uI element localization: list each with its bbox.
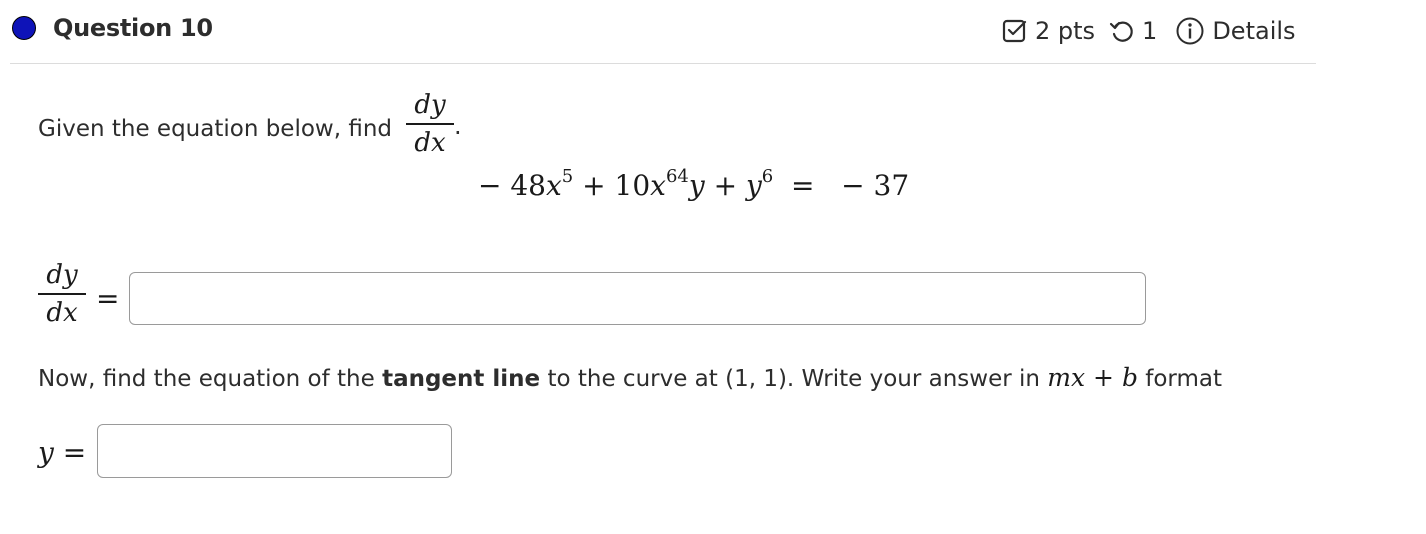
fraction-denominator: dx xyxy=(414,128,446,158)
tangent-instructions: Now, find the equation of the tangent li… xyxy=(38,363,1223,392)
retry-icon xyxy=(1109,18,1135,44)
header-divider xyxy=(10,63,1316,64)
question-meta: 2 pts 1 Details xyxy=(1002,16,1296,46)
details-link[interactable]: Details xyxy=(1212,17,1295,45)
prompt-period: . xyxy=(454,112,462,140)
fraction-denominator: dx xyxy=(46,298,78,328)
info-icon[interactable] xyxy=(1175,16,1205,46)
tangent-answer-input[interactable] xyxy=(97,424,452,478)
tangent-answer-label: y = xyxy=(38,436,87,469)
status-dot-icon xyxy=(12,16,36,40)
question-prompt: Given the equation below, find xyxy=(38,116,393,142)
fraction-bar xyxy=(406,123,454,125)
points-label: 2 pts xyxy=(1035,17,1096,45)
fraction-numerator: dy xyxy=(46,260,78,290)
answer-derivative-label: dy dx xyxy=(34,260,90,328)
given-equation: − 48x5 + 10x64y + y6 = − 37 xyxy=(478,166,910,202)
equals-sign: = xyxy=(96,282,120,315)
question-title: Question 10 xyxy=(53,14,213,42)
fraction-bar xyxy=(38,293,86,295)
fraction-numerator: dy xyxy=(414,90,446,120)
checkbox-icon xyxy=(1002,18,1028,44)
derivative-fraction: dy dx xyxy=(402,90,458,158)
derivative-answer-input[interactable] xyxy=(129,272,1146,325)
attempts-label: 1 xyxy=(1142,17,1158,45)
